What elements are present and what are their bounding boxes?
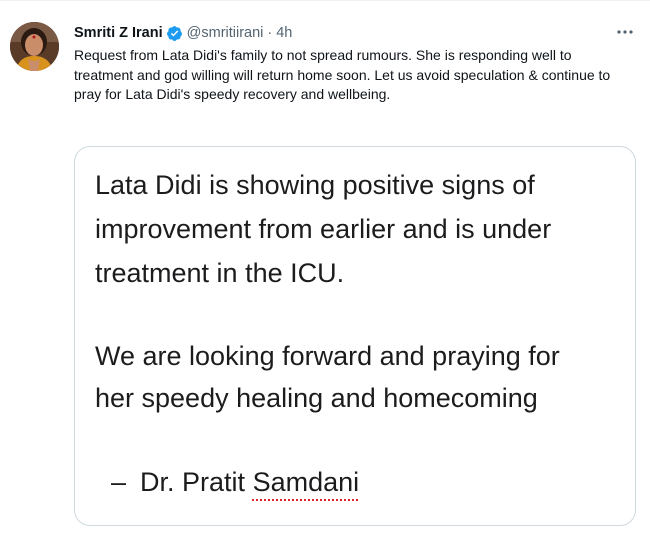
- media-text-line: her speedy healing and homecoming: [95, 383, 538, 413]
- avatar[interactable]: [10, 22, 59, 71]
- media-text-line: improvement from earlier and is under: [95, 214, 552, 244]
- signature-dash: –: [111, 467, 127, 497]
- tweet[interactable]: Smriti Z Irani @smritiirani · 4h Request…: [0, 0, 650, 539]
- media-text-line: treatment in the ICU.: [95, 258, 345, 288]
- verified-badge-icon: [166, 25, 183, 42]
- divider: [0, 0, 650, 1]
- tweet-text: Request from Lata Didi's family to not s…: [74, 47, 611, 102]
- author-handle[interactable]: @smritiirani: [187, 23, 264, 43]
- media-signature: – Dr. Pratit Samdani: [111, 460, 359, 504]
- author-name[interactable]: Smriti Z Irani: [74, 23, 163, 43]
- tweet-header: Smriti Z Irani @smritiirani · 4h: [74, 22, 292, 44]
- media-text-line: Lata Didi is showing positive signs of: [95, 170, 535, 200]
- media-text-line: We are looking forward and praying for: [95, 341, 560, 371]
- signature-prefix: Dr. Pratit: [140, 467, 253, 497]
- more-options-icon[interactable]: [612, 22, 638, 42]
- separator-dot: ·: [267, 25, 273, 41]
- signature-surname: Samdani: [252, 467, 360, 497]
- media-card[interactable]: Lata Didi is showing positive signs of i…: [74, 146, 636, 526]
- timestamp[interactable]: 4h: [276, 23, 292, 43]
